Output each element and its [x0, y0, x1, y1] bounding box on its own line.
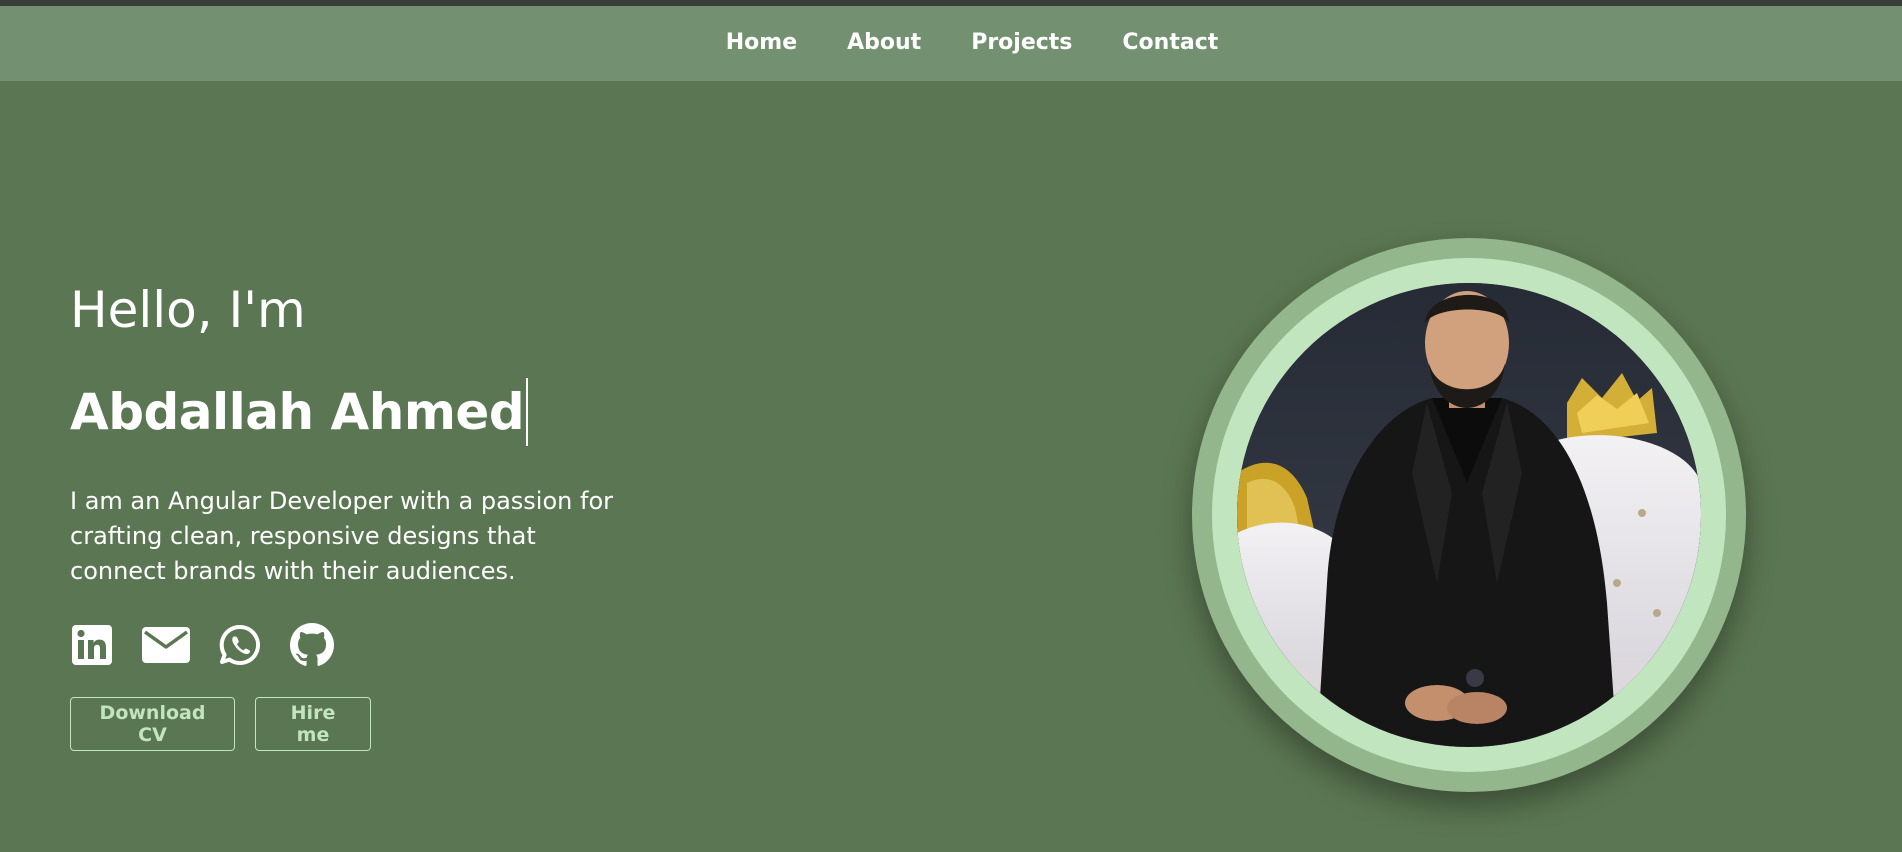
profile-photo [1237, 283, 1701, 747]
hero-actions: Download CV Hire me [70, 697, 690, 751]
hero-intro: Hello, I'm Abdallah Ahmed I am an Angula… [70, 280, 690, 751]
nav-list: Home About Projects Contact [684, 30, 1219, 55]
nav-link-projects[interactable]: Projects [971, 30, 1072, 55]
hero-name-row: Abdallah Ahmed [70, 378, 690, 446]
profile-photo-frame [1192, 238, 1746, 792]
whatsapp-icon[interactable] [218, 623, 262, 667]
nav-link-contact[interactable]: Contact [1122, 30, 1218, 55]
linkedin-icon[interactable] [70, 623, 114, 667]
nav-link-home[interactable]: Home [726, 30, 797, 55]
envelope-icon[interactable] [142, 623, 190, 667]
hero-name: Abdallah Ahmed [70, 383, 525, 441]
profile-photo-ring [1212, 258, 1726, 772]
hero-bio: I am an Angular Developer with a passion… [70, 487, 613, 585]
nav-link-about[interactable]: About [847, 30, 921, 55]
navbar: Home About Projects Contact [0, 6, 1902, 81]
github-icon[interactable] [290, 623, 334, 667]
hero-greeting: Hello, I'm [70, 281, 306, 339]
typing-caret [526, 378, 529, 446]
hire-me-button[interactable]: Hire me [255, 697, 371, 751]
download-cv-button[interactable]: Download CV [70, 697, 235, 751]
social-links [70, 623, 690, 667]
